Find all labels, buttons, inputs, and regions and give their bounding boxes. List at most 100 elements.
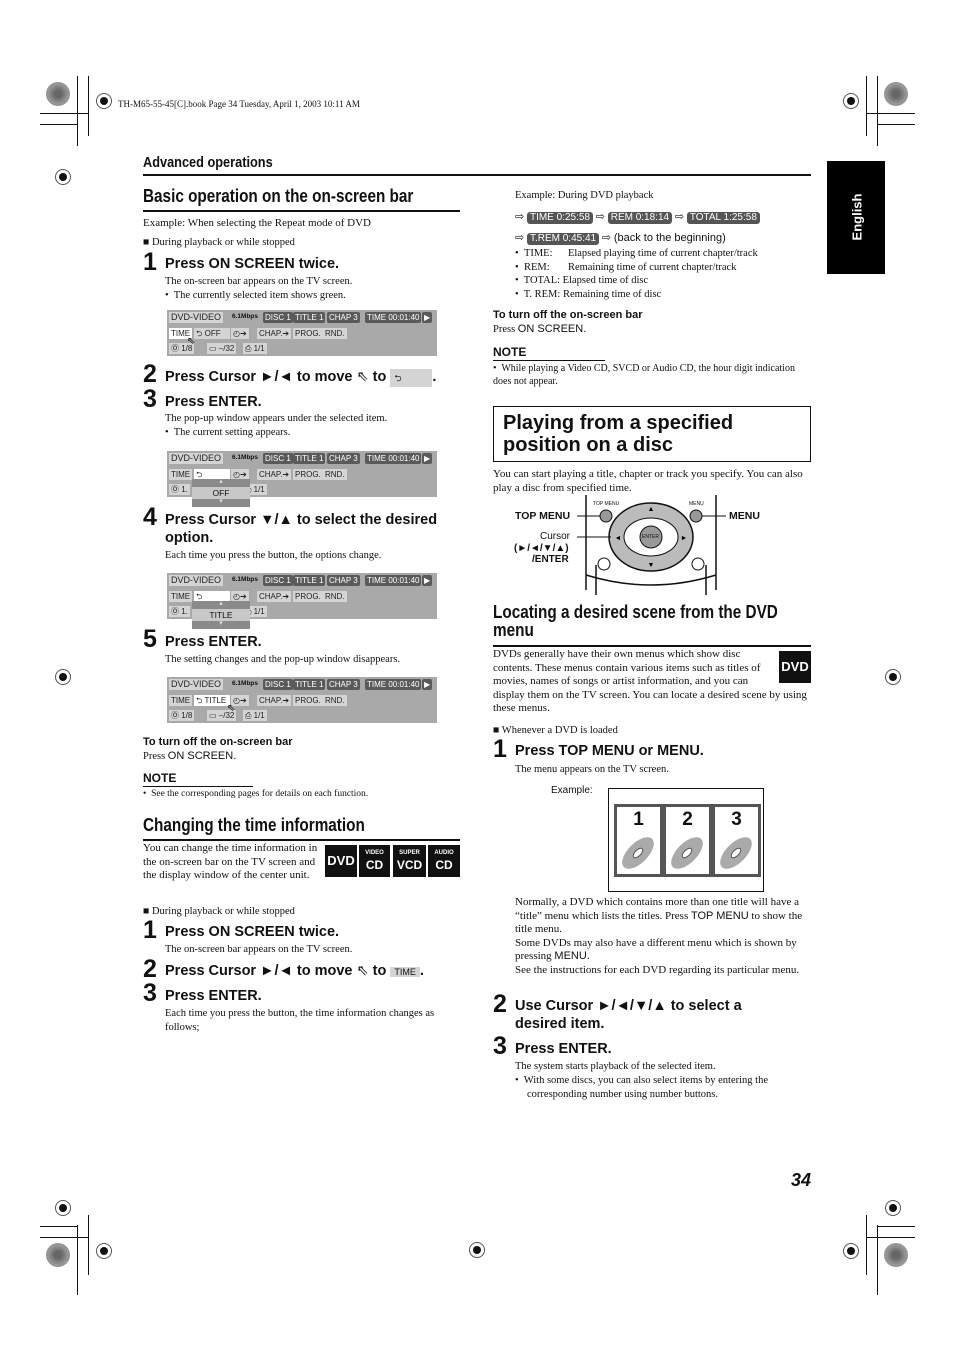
step-text: Press Cursor ►/◄ to move (165, 963, 353, 979)
osb-ab-repeat-button[interactable]: ◴➔ (231, 328, 249, 339)
osb-time-button[interactable]: TIME (169, 591, 193, 602)
osb-random-button[interactable]: RND. (323, 469, 347, 480)
playing-section-title: Playing from a specified position on a d… (503, 412, 733, 456)
osb-disc: DISC 1 (263, 453, 293, 464)
crop-line (77, 76, 78, 146)
down-arrow-icon[interactable]: ▾ (192, 497, 250, 505)
color-registration-target (884, 1243, 908, 1267)
condition-label: During playback or while stopped (151, 237, 295, 248)
osb-program-button[interactable]: PROG. (293, 591, 323, 602)
osb-audio: Ⓞ 1. (169, 606, 190, 617)
osb-random-button[interactable]: RND. (323, 591, 347, 602)
osb-subtitle: ▭ –/32 (207, 343, 237, 354)
step-number: 1 (143, 916, 157, 944)
disc-icon (720, 837, 752, 869)
turn-off-title: To turn off the on-screen bar (143, 736, 293, 748)
bullet-text: With some discs, you can also select ite… (523, 1075, 768, 1100)
osb-program-button[interactable]: PROG. (293, 328, 323, 339)
registration-mark (843, 1243, 859, 1259)
print-slug: TH-M65-55-45[C].book Page 34 Tuesday, Ap… (118, 99, 360, 109)
svg-text:▲: ▲ (648, 506, 655, 513)
step-heading: Use Cursor ►/◄/▼/▲ to select a desired i… (515, 998, 742, 1032)
step-text: to (372, 963, 387, 979)
step-description: The on-screen bar appears on the TV scre… (165, 276, 353, 287)
menu-item-number: 1 (633, 809, 644, 830)
bullet-text: The currently selected item shows green. (173, 290, 346, 301)
menu-explanation: Normally, a DVD which contains more than… (515, 896, 811, 978)
play-icon: ▶ (422, 575, 433, 586)
language-tab: English (827, 161, 885, 274)
step-text: Press Cursor ►/◄ to move (165, 369, 353, 385)
osb-chapter-button[interactable]: CHAP.➔ (257, 591, 292, 602)
registration-mark (96, 1243, 112, 1259)
badge-main: CD (365, 858, 384, 872)
menu-item[interactable]: 2 (663, 804, 712, 877)
osb-repeat-button[interactable]: ⮌ TITLE (194, 695, 230, 706)
step-heading: Press ENTER. (165, 988, 262, 1004)
osb-audio: Ⓞ 1. (169, 484, 190, 495)
definition-text: Remaining time of current chapter/track (567, 261, 737, 273)
osb-repeat-button[interactable]: ⮌ OFF (194, 328, 230, 339)
down-arrow-icon[interactable]: ▾ (192, 619, 250, 627)
osb-source: DVD-VIDEO (169, 679, 224, 690)
time-section-title: Changing the time information (143, 815, 404, 836)
cursor-callout: Cursor (540, 531, 571, 542)
osb-chapter-button[interactable]: CHAP.➔ (257, 328, 292, 339)
up-arrow-icon[interactable]: ▴ (192, 477, 250, 485)
menu-item[interactable]: 1 (614, 804, 663, 877)
osb-random-button[interactable]: RND. (323, 328, 347, 339)
disc-badge-audio-cd: AUDIO CD (428, 845, 460, 877)
on-screen-bar: DVD-VIDEO 6.1Mbps DISC 1 TITLE 1 CHAP 3 … (167, 573, 437, 629)
key-label: TOP MENU (690, 909, 749, 922)
osb-chapter-button[interactable]: CHAP.➔ (257, 469, 292, 480)
osb-disc: DISC 1 (263, 679, 293, 690)
osb-random-button[interactable]: RND. (323, 695, 347, 706)
color-registration-target (46, 1243, 70, 1267)
menu-item[interactable]: 3 (712, 804, 761, 877)
btn-menu-label: MENU (689, 501, 704, 507)
osb-bitrate: 6.1Mbps (232, 454, 259, 461)
osb-disc: DISC 1 (263, 312, 293, 323)
paragraph: Some DVDs may also have a different menu… (515, 937, 811, 964)
disc-badge-super-vcd: SUPER VCD (393, 845, 426, 877)
osb-time-button[interactable]: TIME (169, 469, 193, 480)
note-body: See the corresponding pages for details … (151, 789, 369, 799)
step-bullet: • The currently selected item shows gree… (165, 290, 346, 301)
btn-enter-label[interactable]: ENTER (642, 534, 659, 540)
step-number: 1 (143, 248, 157, 276)
time-target-label: TIME (390, 967, 420, 977)
osb-title: TITLE 1 (293, 312, 326, 323)
time-mode-tag: T.REM 0:45:41 (526, 233, 600, 245)
playing-intro: You can start playing a title, chapter o… (493, 468, 803, 494)
page-number: 34 (791, 1170, 812, 1190)
step-number: 3 (143, 979, 157, 1007)
note-text: • While playing a Video CD, SVCD or Audi… (493, 363, 795, 387)
step-description: The pop-up window appears under the sele… (165, 413, 388, 424)
example-label: Example: (551, 785, 593, 796)
osb-popup[interactable]: ▴ TITLE ▾ (192, 599, 250, 629)
section-header-rule (143, 174, 811, 176)
registration-mark (885, 669, 901, 685)
osb-source: DVD-VIDEO (169, 575, 224, 586)
arrow-icon: ⇨ (601, 232, 612, 244)
back-to-beginning: (back to the beginning) (613, 232, 726, 244)
osb-chapter-button[interactable]: CHAP.➔ (257, 695, 292, 706)
osb-title: TITLE 1 (293, 679, 326, 690)
on-screen-bar: DVD-VIDEO 6.1Mbps DISC 1 TITLE 1 CHAP 3 … (167, 677, 437, 723)
osb-program-button[interactable]: PROG. (293, 695, 323, 706)
crop-line (866, 1215, 867, 1275)
time-section-title-text: Changing the time information (143, 815, 365, 835)
osb-time-button[interactable]: TIME (169, 695, 193, 706)
osb-program-button[interactable]: PROG. (293, 469, 323, 480)
osb-popup[interactable]: ▴ OFF ▾ (192, 477, 250, 507)
registration-mark (96, 93, 112, 109)
osb-chapter: CHAP 3 (327, 453, 360, 464)
paragraph: Normally, a DVD which contains more than… (515, 896, 811, 937)
step-number: 3 (493, 1032, 507, 1060)
step-number: 4 (143, 503, 157, 531)
step-text: to (372, 369, 387, 385)
section-header-text: Advanced operations (143, 154, 273, 171)
step-number: 2 (143, 360, 157, 388)
crop-line (40, 124, 78, 125)
up-arrow-icon[interactable]: ▴ (192, 599, 250, 607)
